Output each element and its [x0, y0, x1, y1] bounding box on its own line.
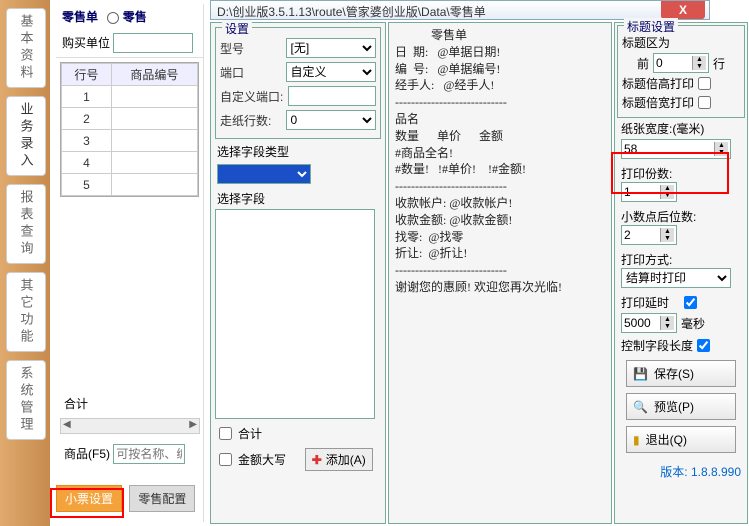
goods-search-input[interactable] — [113, 444, 185, 464]
port-label: 端口 — [220, 64, 282, 81]
field-type-select[interactable] — [217, 164, 311, 184]
uppercase-checkbox-label: 金额大写 — [238, 451, 286, 468]
model-label: 型号 — [220, 40, 282, 57]
title-rows-spinner[interactable]: ▲▼ — [653, 53, 709, 73]
paper-width-input[interactable] — [622, 140, 714, 158]
decimals-spinner[interactable]: ▲▼ — [621, 225, 677, 245]
col-goods-code[interactable]: 商品编号 — [111, 64, 197, 86]
copies-label: 打印份数: — [621, 165, 741, 182]
title-before-label: 前 — [637, 55, 649, 72]
table-row[interactable]: 3 — [62, 130, 198, 152]
double-wide-checkbox[interactable] — [698, 96, 711, 109]
side-tab-entry[interactable]: 业务录入 — [6, 96, 46, 176]
version-label: 版本: 1.8.8.990 — [615, 459, 747, 484]
ctrl-len-checkbox[interactable] — [697, 339, 710, 352]
spinner-up-icon[interactable]: ▲ — [692, 56, 706, 63]
save-icon: 💾 — [633, 367, 648, 381]
select-field-label: 选择字段 — [217, 190, 379, 207]
delay-label: 打印延时 — [621, 294, 669, 311]
close-button[interactable]: X — [661, 1, 705, 19]
horizontal-scrollbar[interactable] — [60, 418, 200, 434]
total-checkbox-label: 合计 — [238, 425, 262, 442]
receipt-preview: 零售单 日 期: @单据日期! 编 号: @单据编号! 经手人: @经手人! -… — [388, 22, 612, 524]
double-wide-label: 标题倍宽打印 — [622, 94, 694, 111]
table-row[interactable]: 2 — [62, 108, 198, 130]
table-row[interactable]: 4 — [62, 152, 198, 174]
print-mode-label: 打印方式: — [621, 251, 741, 268]
side-tab-other[interactable]: 其它功能 — [6, 272, 46, 352]
settings-panel: 设置 型号 [无] 端口 自定义 自定义端口: 走纸行数: 0 选择字段类型 选… — [210, 22, 386, 524]
side-tab-basic[interactable]: 基本资料 — [6, 8, 46, 88]
retail-panel: 零售单 零售 购买单位 行号 商品编号 1 2 3 4 5 合计 商品(F5) — [56, 4, 204, 522]
window-title-bar: D:\创业版3.5.1.13\route\管家婆创业版\Data\零售单 X — [210, 0, 710, 20]
spinner-up-icon[interactable]: ▲ — [714, 142, 728, 149]
buy-unit-label: 购买单位 — [62, 36, 110, 50]
preview-text: 零售单 日 期: @单据日期! 编 号: @单据编号! 经手人: @经手人! -… — [395, 27, 605, 296]
double-high-label: 标题倍高打印 — [622, 75, 694, 92]
paper-lines-select[interactable]: 0 — [286, 110, 376, 130]
save-button[interactable]: 💾 保存(S) — [626, 360, 736, 387]
sidebar: 基本资料 业务录入 报表查询 其它功能 系统管理 — [0, 0, 50, 526]
delay-spinner[interactable]: ▲▼ — [621, 313, 677, 333]
receipt-settings-button[interactable]: 小票设置 — [56, 485, 122, 512]
select-type-label: 选择字段类型 — [217, 143, 379, 160]
title-area-label: 标题区为 — [622, 34, 670, 51]
spinner-down-icon[interactable]: ▼ — [692, 63, 706, 70]
title-group-label: 标题设置 — [624, 18, 678, 35]
decimals-label: 小数点后位数: — [621, 208, 741, 225]
ctrl-len-label: 控制字段长度 — [621, 337, 693, 354]
total-checkbox[interactable] — [219, 427, 232, 440]
buy-unit-input[interactable] — [113, 33, 193, 53]
side-tab-report[interactable]: 报表查询 — [6, 184, 46, 264]
custom-port-input[interactable] — [288, 86, 376, 106]
print-mode-select[interactable]: 结算时打印 — [621, 268, 731, 288]
add-button[interactable]: ✚ 添加(A) — [305, 448, 373, 471]
model-select[interactable]: [无] — [286, 38, 376, 58]
retail-radio-label: 零售 — [123, 10, 147, 24]
port-select[interactable]: 自定义 — [286, 62, 376, 82]
paper-width-spinner[interactable]: ▲▼ — [621, 139, 731, 159]
paper-lines-label: 走纸行数: — [220, 112, 282, 129]
exit-icon: ▮ — [633, 433, 640, 447]
retail-radio-icon[interactable] — [107, 12, 119, 24]
spinner-down-icon[interactable]: ▼ — [714, 149, 728, 156]
delay-checkbox[interactable] — [684, 296, 697, 309]
retail-config-button[interactable]: 零售配置 — [129, 485, 195, 512]
items-grid: 行号 商品编号 1 2 3 4 5 — [60, 62, 199, 197]
side-tab-system[interactable]: 系统管理 — [6, 360, 46, 440]
double-high-checkbox[interactable] — [698, 77, 711, 90]
exit-button[interactable]: ▮ 退出(Q) — [626, 426, 736, 453]
title-settings-panel: 标题设置 标题区为 前 ▲▼ 行 标题倍高打印 标题倍宽打印 纸张宽度:(毫米)… — [614, 22, 748, 524]
goods-search-label: 商品(F5) — [64, 447, 110, 461]
panel-title: 零售单 — [62, 10, 98, 24]
delay-unit: 毫秒 — [681, 315, 705, 332]
preview-button[interactable]: 🔍 预览(P) — [626, 393, 736, 420]
magnifier-icon: 🔍 — [633, 400, 648, 414]
plus-icon: ✚ — [312, 453, 322, 467]
window-path: D:\创业版3.5.1.13\route\管家婆创业版\Data\零售单 — [217, 5, 486, 19]
paper-width-label: 纸张宽度:(毫米) — [621, 120, 741, 137]
uppercase-checkbox[interactable] — [219, 453, 232, 466]
col-rownum[interactable]: 行号 — [62, 64, 112, 86]
field-listbox[interactable] — [215, 209, 375, 419]
total-label: 合计 — [64, 395, 88, 412]
title-after-label: 行 — [713, 55, 725, 72]
table-row[interactable]: 5 — [62, 174, 198, 196]
table-row[interactable]: 1 — [62, 86, 198, 108]
custom-port-label: 自定义端口: — [220, 88, 284, 105]
settings-group-label: 设置 — [222, 20, 252, 37]
copies-spinner[interactable]: ▲▼ — [621, 182, 677, 202]
